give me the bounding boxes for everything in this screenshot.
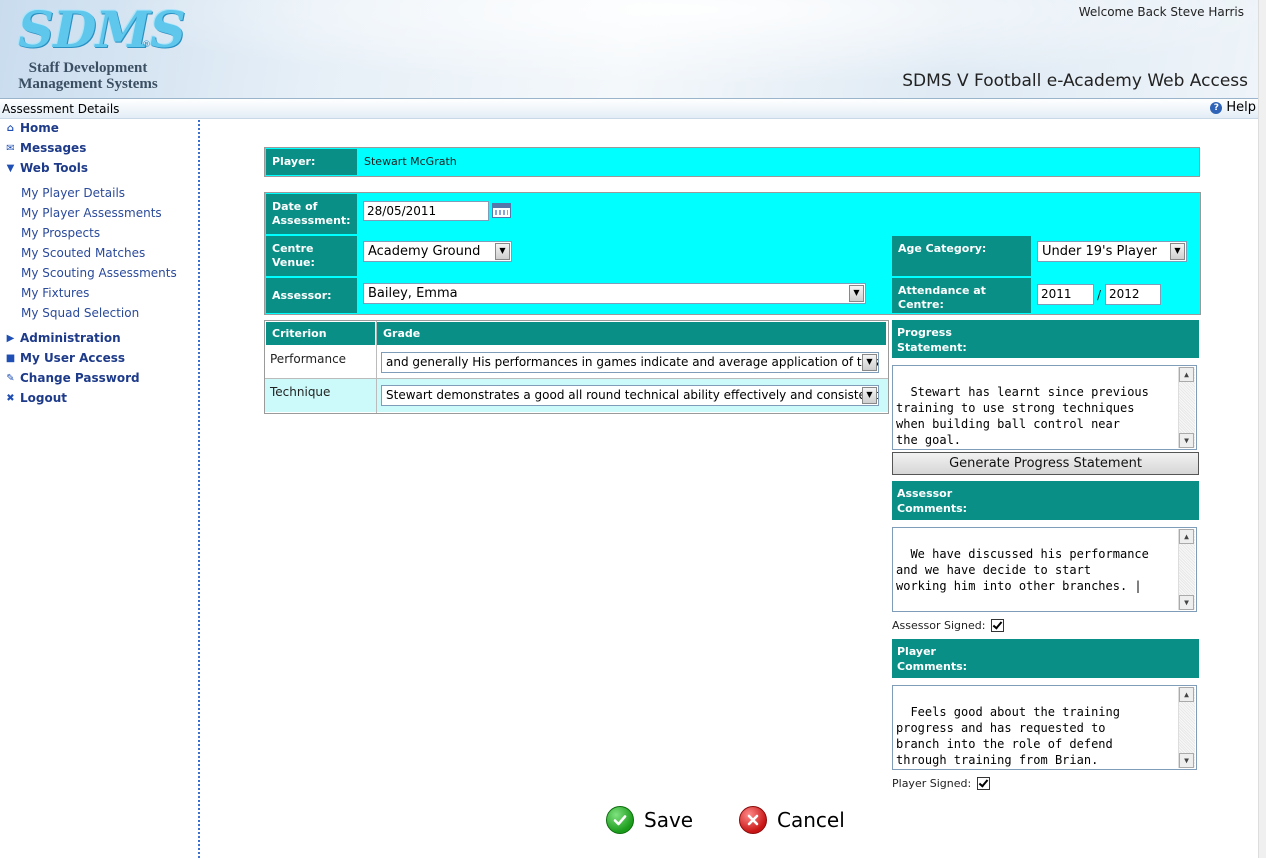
window-scrollbar[interactable]: [1258, 0, 1266, 858]
player-table: Player: Stewart McGrath: [264, 147, 1200, 177]
section-title: Assessment Details: [2, 102, 120, 116]
sidebar-item-my-player-details[interactable]: My Player Details: [21, 186, 125, 200]
welcome-text: Welcome Back Steve Harris: [1078, 5, 1244, 19]
scrollbar[interactable]: ▲ ▼: [1178, 367, 1195, 448]
save-button[interactable]: Save: [606, 806, 693, 834]
header-banner: SDMS ® Staff Development Management Syst…: [0, 0, 1258, 98]
scroll-down-icon[interactable]: ▼: [1179, 433, 1194, 448]
assessor-signed-checkbox[interactable]: [991, 619, 1005, 632]
grade-header: Grade: [377, 322, 886, 345]
chevron-down-icon: ▼: [1170, 243, 1185, 260]
attendance-from-input[interactable]: 2011: [1037, 284, 1094, 305]
player-comments-header: Player Comments:: [892, 639, 1199, 678]
scroll-up-icon[interactable]: ▲: [1179, 367, 1194, 382]
progress-statement-textarea[interactable]: Stewart has learnt since previous traini…: [892, 365, 1197, 450]
criterion-header: Criterion: [266, 322, 375, 345]
assessor-label: Assessor:: [266, 278, 357, 313]
assessor-comments-textarea[interactable]: We have discussed his performance and we…: [892, 527, 1197, 612]
sidebar-item-web-tools[interactable]: ▼ Web Tools: [5, 161, 88, 175]
generate-progress-statement-button[interactable]: Generate Progress Statement: [892, 452, 1199, 475]
sidebar-item-my-user-access[interactable]: ■ My User Access: [5, 351, 125, 365]
scroll-up-icon[interactable]: ▲: [1179, 529, 1194, 544]
calendar-icon[interactable]: [492, 203, 511, 218]
help-icon: ?: [1210, 102, 1223, 114]
sidebar-item-my-scouting-assessments[interactable]: My Scouting Assessments: [21, 266, 177, 280]
sidebar-item-my-scouted-matches[interactable]: My Scouted Matches: [21, 246, 145, 260]
logo-registered: ®: [142, 40, 151, 50]
attendance-to-input[interactable]: 2012: [1105, 284, 1161, 305]
scrollbar[interactable]: ▲ ▼: [1178, 687, 1195, 768]
criterion-cell-technique: Technique: [265, 379, 376, 412]
key-icon: ✎: [6, 372, 15, 384]
home-icon: ⌂: [6, 122, 15, 134]
sidebar-item-my-player-assessments[interactable]: My Player Assessments: [21, 206, 162, 220]
lock-icon: ■: [5, 352, 16, 364]
messages-icon: ✉: [6, 142, 15, 154]
section-bar: Assessment Details ? Help: [0, 98, 1258, 119]
sidebar-item-logout[interactable]: ✖ Logout: [5, 391, 67, 405]
sidebar-item-change-password[interactable]: ✎ Change Password: [5, 371, 139, 385]
chevron-down-icon: ▼: [862, 387, 877, 404]
age-category-label: Age Category:: [892, 236, 1031, 276]
player-comments-textarea[interactable]: Feels good about the training progress a…: [892, 685, 1197, 770]
scroll-up-icon[interactable]: ▲: [1179, 687, 1194, 702]
player-value: Stewart McGrath: [364, 155, 457, 168]
sidebar-item-my-fixtures[interactable]: My Fixtures: [21, 286, 89, 300]
cancel-button[interactable]: Cancel: [739, 806, 845, 834]
venue-label: Centre Venue:: [266, 236, 357, 276]
sdms-logo: SDMS ® Staff Development Management Syst…: [18, 0, 186, 93]
technique-grade-select[interactable]: Stewart demonstrates a good all round te…: [381, 385, 879, 406]
assessor-signed-row: Assessor Signed:: [892, 619, 1005, 632]
date-of-assessment-input[interactable]: 28/05/2011: [363, 201, 489, 221]
chevron-down-icon: ▼: [849, 285, 864, 302]
check-icon: [606, 806, 634, 834]
logout-icon: ✖: [6, 392, 15, 404]
help-link[interactable]: ? Help: [1210, 100, 1256, 115]
sidebar-item-my-squad-selection[interactable]: My Squad Selection: [21, 306, 139, 320]
player-label: Player:: [266, 149, 357, 175]
grid-divider: [376, 321, 377, 413]
sidebar-item-administration[interactable]: ▶ Administration: [5, 331, 121, 345]
collapsed-triangle-icon: ▶: [6, 332, 15, 344]
chevron-down-icon: ▼: [495, 243, 510, 260]
player-signed-row: Player Signed:: [892, 777, 991, 790]
scroll-down-icon[interactable]: ▼: [1179, 753, 1194, 768]
attendance-separator: /: [1097, 288, 1102, 302]
age-category-select[interactable]: Under 19's Player ▼: [1037, 241, 1187, 262]
progress-statement-header: Progress Statement:: [892, 320, 1199, 358]
performance-grade-select[interactable]: and generally His performances in games …: [381, 352, 879, 373]
assessor-comments-header: Assessor Comments:: [892, 481, 1199, 520]
expanded-triangle-icon: ▼: [6, 162, 15, 174]
sidebar-item-my-prospects[interactable]: My Prospects: [21, 226, 100, 240]
grid-row-divider: [265, 378, 888, 379]
close-icon: [739, 806, 767, 834]
assessor-select[interactable]: Bailey, Emma ▼: [363, 283, 866, 304]
date-label: Date of Assessment:: [266, 194, 357, 234]
player-signed-checkbox[interactable]: [977, 777, 991, 790]
sidebar-item-messages[interactable]: ✉ Messages: [5, 141, 86, 155]
centre-venue-select[interactable]: Academy Ground ▼: [363, 241, 512, 262]
sidebar: ⌂ Home ✉ Messages ▼ Web Tools My Player Det…: [0, 120, 200, 858]
app-title: SDMS V Football e-Academy Web Access: [902, 71, 1248, 91]
criterion-cell-performance: Performance: [265, 346, 376, 378]
scrollbar[interactable]: ▲ ▼: [1178, 529, 1195, 610]
attendance-label: Attendance at Centre:: [892, 278, 1031, 313]
logo-subtitle: Staff Development Management Systems: [18, 60, 158, 92]
logo-text: SDMS: [18, 0, 186, 59]
scroll-down-icon[interactable]: ▼: [1179, 595, 1194, 610]
sidebar-item-home[interactable]: ⌂ Home: [5, 121, 59, 135]
chevron-down-icon: ▼: [862, 354, 877, 371]
